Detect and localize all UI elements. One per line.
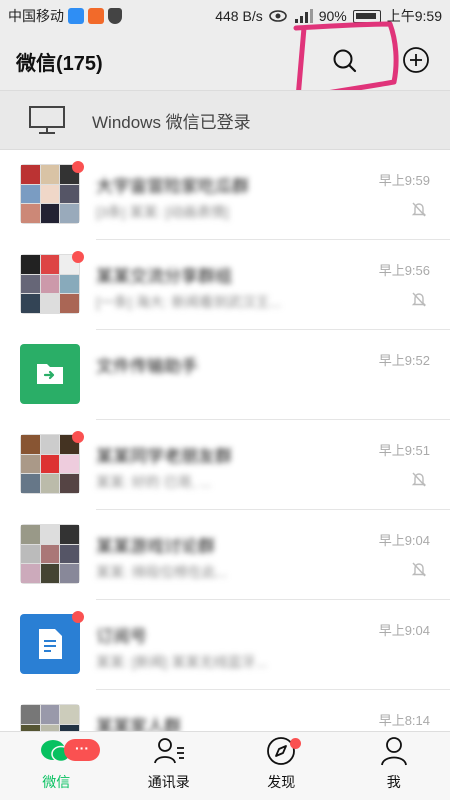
tab-bar: 微信 通讯录 发现 我 ··· <box>0 731 450 800</box>
chat-preview: 某某: [新闻] 某某无线蓝牙... <box>96 654 268 670</box>
chat-time: 早上9:51 <box>378 443 430 458</box>
group-avatar <box>20 164 80 224</box>
chat-name: 某某同学老朋友群 <box>96 447 232 466</box>
battery-percent: 90% <box>318 8 347 24</box>
subscription-icon <box>20 614 80 674</box>
chat-preview: 某某: 好的 已哥, ... <box>96 474 212 490</box>
desktop-login-banner[interactable]: Windows 微信已登录 <box>0 90 450 150</box>
group-avatar <box>20 704 80 731</box>
chat-name: 某某交流分享群组 <box>96 267 232 286</box>
chat-preview: 某某: 排段位榜在此... <box>96 564 228 580</box>
group-avatar <box>20 434 80 494</box>
notification-icon <box>68 8 84 24</box>
top-bar: 微信(175) <box>0 32 450 90</box>
battery-icon <box>352 9 381 23</box>
chat-row[interactable]: 某某家人群 早上8:14 <box>0 690 450 731</box>
signal-icon <box>294 9 313 23</box>
chat-list: 大宇宙冒险家吃瓜群 [3条] 某某: [动画表情] 早上9:59 某某交流分享群组 [一… <box>0 150 450 731</box>
clock: 上午9:59 <box>386 8 442 24</box>
contacts-icon <box>153 738 184 764</box>
muted-bell-icon <box>411 202 427 217</box>
chat-preview: [一条] 海大: 新闻看到武汉王... <box>96 294 282 310</box>
chat-row[interactable]: 订阅号某某: [新闻] 某某无线蓝牙... 早上9:04 <box>0 600 450 690</box>
tab-me[interactable]: 我 <box>338 732 450 800</box>
chat-name: 某某家人群 <box>96 717 181 731</box>
tab-label: 微信 <box>42 774 71 790</box>
unread-dot <box>72 431 84 443</box>
carrier-label: 中国移动 <box>8 8 64 24</box>
banner-label: Windows 微信已登录 <box>92 112 251 132</box>
muted-bell-icon <box>411 472 427 487</box>
chat-name: 文件传输助手 <box>96 357 198 376</box>
monitor-icon <box>29 106 65 134</box>
chat-time: 早上9:56 <box>378 263 430 278</box>
tab-discover[interactable]: 发现 <box>225 732 338 800</box>
shield-icon <box>108 8 122 24</box>
muted-bell-icon <box>411 562 427 577</box>
search-icon[interactable] <box>330 46 360 76</box>
group-avatar <box>20 524 80 584</box>
unread-badge: ··· <box>64 739 100 761</box>
chat-time: 早上9:04 <box>378 623 430 638</box>
chat-row[interactable]: 大宇宙冒险家吃瓜群 [3条] 某某: [动画表情] 早上9:59 <box>0 150 450 240</box>
status-bar: 中国移动 448 B/s 90% 上午9:59 <box>0 0 450 32</box>
chat-time: 早上9:52 <box>378 353 430 368</box>
eye-icon <box>268 10 287 22</box>
chat-preview: [3条] 某某: [动画表情] <box>96 204 230 220</box>
chat-name: 订阅号 <box>96 627 147 646</box>
group-avatar <box>20 254 80 314</box>
chat-time: 早上8:14 <box>378 713 430 728</box>
unread-dot <box>72 611 84 623</box>
chat-row[interactable]: 某某游戏讨论群 某某: 排段位榜在此... 早上9:04 <box>0 510 450 600</box>
unread-dot <box>72 251 84 263</box>
chat-name: 某某游戏讨论群 <box>96 537 215 556</box>
chat-row[interactable]: 某某同学老朋友群 某某: 好的 已哥, ... 早上9:51 <box>0 420 450 510</box>
chat-name: 大宇宙冒险家吃瓜群 <box>96 177 249 196</box>
unread-dot <box>72 161 84 173</box>
chat-row[interactable]: 文件传输助手 早上9:52 <box>0 330 450 420</box>
tab-label: 通讯录 <box>147 774 190 790</box>
chat-time: 早上9:59 <box>378 173 430 188</box>
muted-bell-icon <box>411 292 427 307</box>
chat-time: 早上9:04 <box>378 533 430 548</box>
tab-label: 我 <box>386 774 401 790</box>
chat-row[interactable]: 某某交流分享群组 [一条] 海大: 新闻看到武汉王... 早上9:56 <box>0 240 450 330</box>
tab-label: 发现 <box>267 774 296 790</box>
network-speed: 448 B/s <box>215 8 263 24</box>
page-title: 微信(175) <box>16 52 103 75</box>
file-transfer-icon <box>20 344 80 404</box>
app-notification-icon <box>88 8 104 24</box>
add-icon[interactable] <box>401 45 431 75</box>
tab-contacts[interactable]: 通讯录 <box>113 732 226 800</box>
person-icon <box>380 737 407 766</box>
discover-dot-badge <box>290 738 301 749</box>
